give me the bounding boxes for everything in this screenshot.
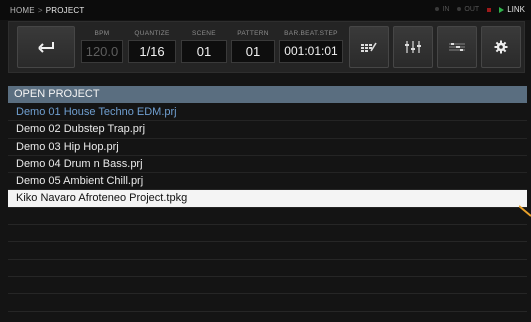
- breadcrumb-home[interactable]: HOME: [10, 6, 35, 15]
- bpm-label: BPM: [94, 30, 110, 37]
- quantize-readout[interactable]: QUANTIZE 1/16: [128, 30, 176, 66]
- pattern-grid-edit-icon: [361, 42, 377, 52]
- empty-list-row: [8, 277, 527, 295]
- in-led-icon: [435, 7, 440, 11]
- sequence-notes-icon: [449, 43, 465, 51]
- pattern-readout[interactable]: PATTERN 01: [231, 30, 275, 66]
- return-arrow-icon: [38, 42, 54, 53]
- quantize-label: QUANTIZE: [134, 30, 170, 37]
- pattern-label: PATTERN: [237, 30, 269, 37]
- sequence-button[interactable]: [437, 26, 477, 68]
- breadcrumb-current: PROJECT: [45, 6, 85, 15]
- settings-button[interactable]: [481, 26, 521, 68]
- empty-list-row: [8, 242, 527, 260]
- open-project-title: OPEN PROJECT: [8, 86, 527, 103]
- bar-beat-step-label: BAR.BEAT.STEP: [284, 30, 338, 37]
- top-header: HOME > PROJECT IN OUT LINK: [0, 0, 531, 20]
- io-status: IN OUT LINK: [435, 5, 525, 14]
- breadcrumb: HOME > PROJECT: [10, 6, 84, 15]
- breadcrumb-separator: >: [37, 6, 43, 15]
- empty-list-row: [8, 260, 527, 277]
- midi-out-indicator: OUT: [457, 6, 479, 13]
- empty-list-row: [8, 208, 527, 226]
- scene-readout[interactable]: SCENE 01: [181, 30, 227, 66]
- out-led-icon: [457, 7, 462, 11]
- bpm-readout[interactable]: BPM 120.0: [81, 30, 123, 66]
- back-button[interactable]: [17, 26, 75, 68]
- control-bar: BPM 120.0 QUANTIZE 1/16 SCENE 01 PATTERN…: [8, 21, 525, 73]
- bar-beat-step-value: 001:01:01: [279, 40, 343, 63]
- file-list-item[interactable]: Demo 04 Drum n Bass.prj: [8, 156, 527, 174]
- file-list-item[interactable]: Demo 05 Ambient Chill.prj: [8, 173, 527, 191]
- mixer-faders-icon: [405, 41, 421, 53]
- gear-icon: [494, 40, 508, 54]
- stop-indicator-icon: [487, 7, 492, 12]
- file-list-item[interactable]: Demo 02 Dubstep Trap.prj: [8, 121, 527, 139]
- scene-label: SCENE: [192, 30, 216, 37]
- pattern-edit-button[interactable]: [349, 26, 389, 68]
- play-icon: [499, 7, 505, 14]
- pattern-value: 01: [231, 40, 275, 63]
- midi-in-indicator: IN: [435, 6, 449, 13]
- scene-value: 01: [181, 40, 227, 63]
- quantize-value: 1/16: [128, 40, 176, 63]
- file-list-item[interactable]: Kiko Navaro Afroteneo Project.tpkg: [8, 190, 527, 208]
- mixer-button[interactable]: [393, 26, 433, 68]
- file-list-item[interactable]: Demo 03 Hip Hop.prj: [8, 139, 527, 156]
- empty-list-row: [8, 294, 527, 312]
- file-list-item[interactable]: Demo 01 House Techno EDM.prj: [8, 104, 527, 122]
- empty-list-row: [8, 225, 527, 243]
- selection-pointer-icon: [519, 205, 531, 217]
- app-window: HOME > PROJECT IN OUT LINK BPM 120.0 QUANT…: [0, 0, 531, 322]
- link-indicator[interactable]: LINK: [499, 5, 525, 14]
- bpm-value: 120.0: [81, 40, 123, 63]
- bar-beat-step-readout[interactable]: BAR.BEAT.STEP 001:01:01: [279, 30, 343, 66]
- project-file-list: Demo 01 House Techno EDM.prj Demo 02 Dubs…: [8, 104, 527, 312]
